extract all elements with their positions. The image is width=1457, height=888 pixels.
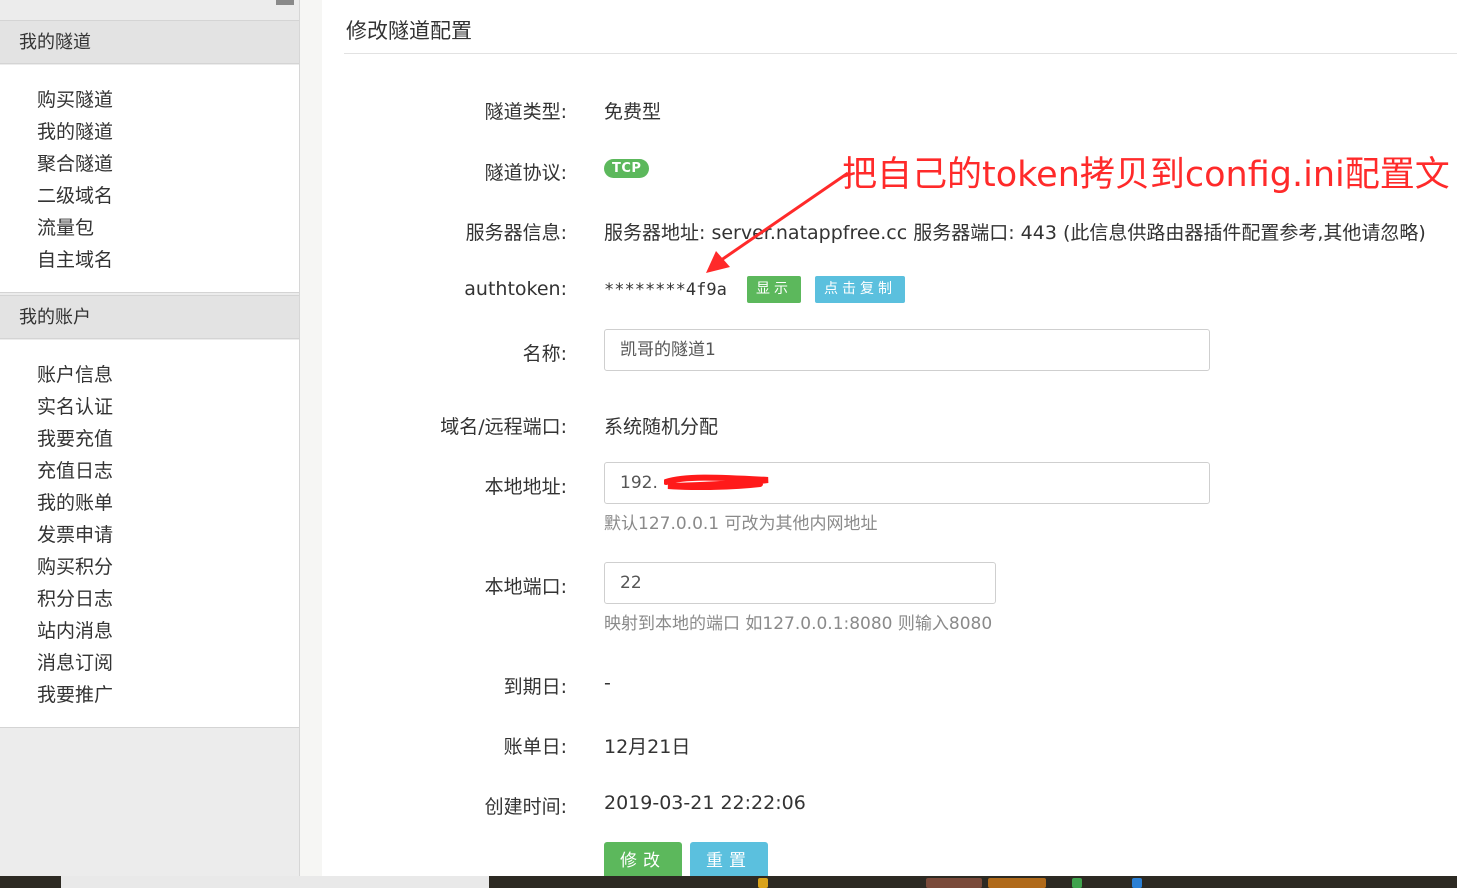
created-value: 2019-03-21 22:22:06 [604, 792, 806, 814]
sidebar-item-custom-domain[interactable]: 自主域名 [0, 244, 299, 276]
sidebar-item-aggregate-tunnels[interactable]: 聚合隧道 [0, 148, 299, 180]
billing-day-label: 账单日: [503, 736, 567, 758]
taskbar-app-icon[interactable] [988, 878, 1046, 888]
content-gutter [300, 0, 322, 888]
sidebar-item-my-bills[interactable]: 我的账单 [0, 487, 299, 519]
sidebar-item-buy-tunnel[interactable]: 购买隧道 [0, 84, 299, 116]
tunnel-type-label: 隧道类型: [484, 101, 567, 123]
sidebar-item-referral[interactable]: 我要推广 [0, 679, 299, 711]
sidebar-item-my-tunnels[interactable]: 我的隧道 [0, 116, 299, 148]
taskbar-window-preview[interactable] [61, 876, 489, 888]
local-address-help: 默认127.0.0.1 可改为其他内网地址 [604, 514, 878, 534]
tunnel-type-value: 免费型 [604, 101, 662, 123]
main-content: 修改隧道配置 隧道类型: 免费型 隧道协议: TCP 服务器信息: 服务器地址:… [322, 0, 1457, 888]
name-label: 名称: [522, 343, 567, 365]
remote-port-label: 域名/远程端口: [440, 416, 567, 438]
sidebar-group-tunnels: 购买隧道 我的隧道 聚合隧道 二级域名 流量包 自主域名 [0, 65, 299, 293]
sidebar-item-traffic-pack[interactable]: 流量包 [0, 212, 299, 244]
local-port-help: 映射到本地的端口 如127.0.0.1:8080 则输入8080 [604, 614, 993, 634]
taskbar-app-icon[interactable] [758, 878, 768, 888]
submit-button[interactable]: 修改 [604, 842, 682, 880]
local-port-label: 本地端口: [484, 576, 567, 598]
sidebar-group-account-header: 我的账户 [0, 295, 299, 339]
sidebar-item-messages[interactable]: 站内消息 [0, 615, 299, 647]
authtoken-value: ********4f9a [604, 280, 727, 300]
taskbar-app-icon[interactable] [1132, 878, 1142, 888]
name-input[interactable]: 凯哥的隧道1 [604, 329, 1210, 371]
sidebar-item-subdomain[interactable]: 二级域名 [0, 180, 299, 212]
billing-day-value: 12月21日 [604, 736, 691, 758]
sidebar-item-buy-points[interactable]: 购买积分 [0, 551, 299, 583]
protocol-label: 隧道协议: [484, 162, 567, 184]
redaction-scribble [664, 474, 769, 490]
reset-button[interactable]: 重置 [690, 842, 768, 880]
expiry-value: - [604, 672, 611, 694]
sidebar-item-recharge[interactable]: 我要充值 [0, 423, 299, 455]
sidebar-item-subscriptions[interactable]: 消息订阅 [0, 647, 299, 679]
sidebar-item-invoice[interactable]: 发票申请 [0, 519, 299, 551]
taskbar-app-icon[interactable] [926, 878, 982, 888]
annotation-arrow-icon [706, 171, 849, 273]
local-address-label: 本地地址: [484, 476, 567, 498]
taskbar [0, 876, 1457, 888]
sidebar-group-tunnels-header: 我的隧道 [0, 20, 299, 64]
authtoken-label: authtoken: [464, 278, 567, 300]
show-token-button[interactable]: 显示 [747, 276, 801, 303]
expiry-label: 到期日: [503, 676, 567, 698]
local-port-input[interactable]: 22 [604, 562, 996, 604]
sidebar-item-verification[interactable]: 实名认证 [0, 391, 299, 423]
scrollbar-thumb[interactable] [276, 0, 294, 5]
sidebar-item-account-info[interactable]: 账户信息 [0, 359, 299, 391]
title-divider [344, 53, 1457, 54]
created-label: 创建时间: [484, 796, 567, 818]
copy-token-button[interactable]: 点击复制 [815, 276, 905, 303]
sidebar-item-recharge-log[interactable]: 充值日志 [0, 455, 299, 487]
page-title: 修改隧道配置 [346, 19, 472, 43]
sidebar-item-points-log[interactable]: 积分日志 [0, 583, 299, 615]
server-info-label: 服务器信息: [465, 222, 567, 244]
protocol-badge: TCP [604, 159, 650, 178]
sidebar: 我的隧道 购买隧道 我的隧道 聚合隧道 二级域名 流量包 自主域名 我的账户 账… [0, 0, 300, 888]
taskbar-app-icon[interactable] [1072, 878, 1082, 888]
remote-port-value: 系统随机分配 [604, 416, 719, 438]
sidebar-group-account: 账户信息 实名认证 我要充值 充值日志 我的账单 发票申请 购买积分 积分日志 … [0, 340, 299, 728]
annotation-text: 把自己的token拷贝到config.ini配置文 [842, 155, 1450, 195]
